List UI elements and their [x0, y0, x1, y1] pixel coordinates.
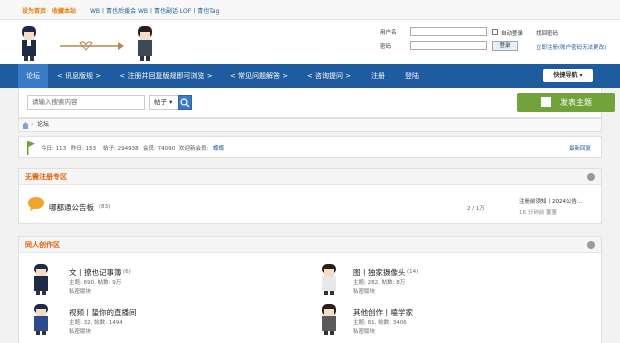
stats-members: 会员: 74090: [143, 146, 176, 152]
nav-register[interactable]: 注册: [364, 64, 392, 88]
forum-name-writing[interactable]: 文丨撩也记事簿: [69, 267, 122, 278]
find-password-link[interactable]: 找回密码: [536, 29, 558, 37]
mascot-left-image: [22, 26, 36, 61]
password-input[interactable]: [410, 41, 487, 50]
search-input[interactable]: 请输入搜索内容: [27, 95, 145, 110]
forum-stats: 主题: 81, 帖数: 3406: [353, 320, 407, 326]
register-link[interactable]: 立即注册(账户密码无法更改): [536, 43, 606, 51]
breadcrumb-separator: ›: [31, 121, 34, 128]
arrow-logo: [60, 41, 124, 51]
forum-stats: 主题: 32, 帖数: 1494: [69, 320, 123, 326]
mascot-right-image: [138, 26, 152, 61]
main-nav: 论坛 < 讯息版规 > < 注册并回复版规即可浏览 > < 常见问题解答 > <…: [0, 64, 620, 88]
section-title: 同人创作区: [19, 237, 601, 253]
collapse-toggle-icon[interactable]: [587, 241, 595, 249]
latest-reply-link[interactable]: 最新回复: [569, 144, 591, 152]
forum-stats: 主题: 690, 帖数: 9万: [69, 280, 122, 286]
forum-permission: 私密版块: [353, 329, 376, 335]
forum-name-announcement[interactable]: 哪都通公告板: [49, 202, 94, 213]
search-type-select[interactable]: 帖子 ▾: [149, 95, 179, 110]
section-fan-creation: 同人创作区 文丨撩也记事簿 (6) 主题: 690, 帖数: 9万 私密版块 图…: [18, 236, 602, 343]
search-icon: [180, 98, 190, 108]
forum-name-image[interactable]: 图丨独家摄像头: [353, 267, 406, 278]
last-post-time: 16 分钟前 董董: [519, 210, 557, 216]
nav-login[interactable]: 登陆: [398, 64, 426, 88]
nav-faq[interactable]: < 常见问题解答 >: [224, 64, 294, 88]
forum-name-video[interactable]: 视频丨蛰你的直播间: [69, 307, 137, 318]
forum-permission: 私密版块: [69, 329, 92, 335]
forum-avatar-video: [34, 304, 48, 335]
forum-count: (83): [99, 204, 111, 210]
top-bar: 设为首页 收藏本站 WB丨青也后援会 WB丨青也副话 LOF丨青也Tag: [0, 0, 620, 20]
stats-newest-label: 欢迎新会员:: [179, 146, 209, 152]
home-icon[interactable]: [22, 122, 29, 129]
weibo-links[interactable]: WB丨青也后援会 WB丨青也副话 LOF丨青也Tag: [90, 6, 219, 15]
flag-icon: [27, 141, 35, 155]
forum-avatar-other: [322, 304, 336, 335]
nav-rules[interactable]: < 讯息版规 >: [52, 64, 106, 88]
stats-posts: 帖子: 294938: [103, 146, 139, 152]
search-button[interactable]: [178, 95, 192, 110]
forum-count: (14): [407, 269, 419, 275]
nav-consult[interactable]: < 咨询提问 >: [300, 64, 358, 88]
username-input[interactable]: [410, 27, 487, 36]
search-bar: 请输入搜索内容 帖子 ▾ 发表主题: [18, 88, 615, 118]
quick-nav-label: 快捷导航: [553, 72, 578, 79]
forum-stats: 今日: 113 昨日: 153 帖子: 294938 会员: 74090 欢迎新…: [18, 136, 602, 158]
breadcrumb-current[interactable]: 论坛: [37, 119, 49, 131]
stats-today: 今日: 113: [41, 146, 67, 152]
stats-yesterday: 昨日: 153: [71, 146, 97, 152]
last-post-link[interactable]: 注册前须知丨2024公告...: [519, 197, 582, 205]
nav-forum[interactable]: 论坛: [18, 64, 48, 88]
favorite-link[interactable]: 收藏本站: [52, 6, 76, 15]
forum-count: (6): [123, 269, 131, 275]
auto-login-checkbox[interactable]: [492, 29, 498, 35]
nav-register-reply[interactable]: < 注册并回复版规即可浏览 >: [112, 64, 220, 88]
new-topic-button[interactable]: 发表主题: [517, 93, 615, 112]
username-label: 用户名: [380, 30, 397, 36]
login-button[interactable]: 登录: [492, 41, 518, 51]
breadcrumb: › 论坛: [18, 118, 602, 132]
section-no-register: 无需注册专区 哪都通公告板 (83) 2 / 1万 注册前须知丨2024公告..…: [18, 168, 602, 224]
collapse-toggle-icon[interactable]: [587, 173, 595, 181]
search-type-value: 帖子: [154, 98, 167, 106]
password-label: 密码: [380, 44, 392, 50]
quick-nav-button[interactable]: 快捷导航 ▾: [543, 69, 593, 82]
forum-permission: 私密版块: [353, 289, 376, 295]
site-header: 用户名 自动登录 找回密码 密码 登录 立即注册(账户密码无法更改): [0, 20, 620, 64]
forum-name-other[interactable]: 其他创作丨嗑学家: [353, 307, 413, 318]
forum-avatar-image: [322, 264, 336, 295]
chat-bubble-icon: [28, 197, 44, 211]
new-topic-label: 发表主题: [560, 98, 592, 107]
set-home-link[interactable]: 设为首页: [22, 6, 46, 15]
forum-ratio: 2 / 1万: [467, 206, 485, 212]
forum-avatar-writing: [34, 264, 48, 295]
forum-stats: 主题: 282, 帖数: 8万: [353, 280, 406, 286]
edit-icon: [541, 97, 551, 107]
auto-login-label: 自动登录: [501, 31, 524, 37]
newest-user-link[interactable]: 蝶蝶: [213, 144, 224, 152]
forum-permission: 私密版块: [69, 289, 92, 295]
section-title: 无需注册专区: [19, 169, 601, 185]
